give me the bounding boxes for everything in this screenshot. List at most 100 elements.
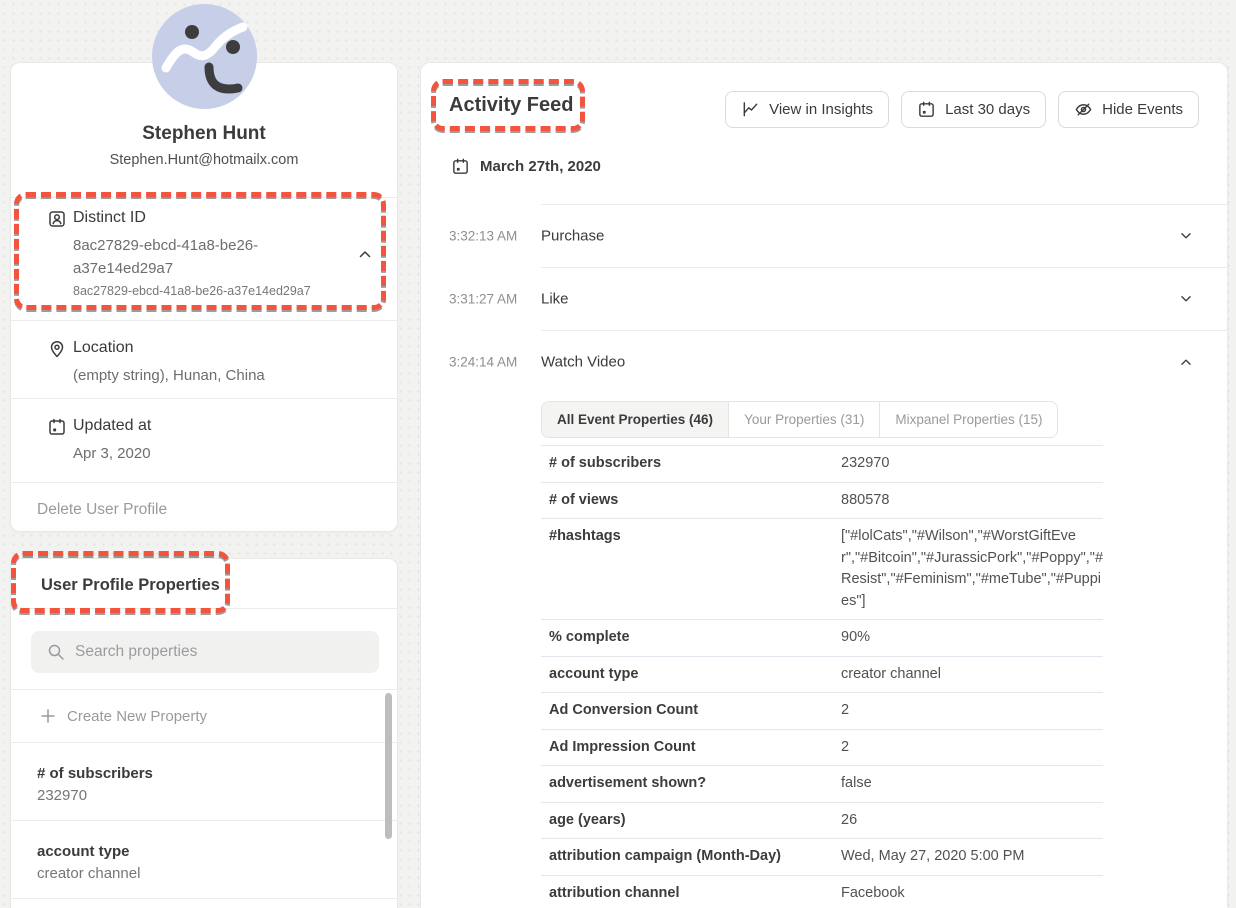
- table-row: # of views 880578: [541, 482, 1103, 519]
- delete-user-profile-link[interactable]: Delete User Profile: [37, 501, 167, 519]
- event-name: Purchase: [541, 228, 604, 245]
- event-name: Like: [541, 291, 569, 308]
- distinct-id-value: 8ac27829-ebcd-41a8-be26-a37e14ed29a7: [73, 234, 288, 280]
- chevron-up-icon[interactable]: [1177, 353, 1195, 371]
- property-value: 232970: [37, 787, 87, 804]
- property-value: 26: [841, 810, 1103, 832]
- property-name: # of subscribers: [37, 765, 153, 782]
- property-list-item[interactable]: # of subscribers 232970: [11, 743, 397, 821]
- view-in-insights-button[interactable]: View in Insights: [725, 91, 889, 128]
- button-label: Hide Events: [1102, 101, 1183, 118]
- table-row: attribution channel Facebook: [541, 875, 1103, 908]
- properties-scrollbar-thumb[interactable]: [385, 693, 392, 839]
- event-properties-tabs: All Event Properties (46) Your Propertie…: [541, 401, 1058, 438]
- property-value: Wed, May 27, 2020 5:00 PM: [841, 846, 1103, 868]
- date-range-button[interactable]: Last 30 days: [901, 91, 1046, 128]
- property-key: #hashtags: [549, 526, 841, 612]
- table-row: attribution campaign (Month-Day) Wed, Ma…: [541, 838, 1103, 875]
- create-new-property-button[interactable]: Create New Property: [11, 690, 397, 743]
- properties-panel-title: User Profile Properties: [41, 576, 220, 595]
- property-key: Ad Conversion Count: [549, 700, 841, 722]
- events-list: 3:32:13 AM Purchase 3:31:27 AM Like 3:24…: [421, 204, 1227, 908]
- property-value: creator channel: [37, 865, 140, 882]
- date-group-header: March 27th, 2020: [451, 157, 601, 176]
- table-row: #hashtags ["#lolCats","#Wilson","#WorstG…: [541, 518, 1103, 619]
- property-list-item[interactable]: account type creator channel: [11, 821, 397, 899]
- property-value: 880578: [841, 490, 1103, 512]
- property-key: age (years): [549, 810, 841, 832]
- hide-events-button[interactable]: Hide Events: [1058, 91, 1199, 128]
- user-email: Stephen.Hunt@hotmailx.com: [11, 152, 397, 168]
- tab-your-properties[interactable]: Your Properties (31): [729, 402, 880, 437]
- property-value: 2: [841, 737, 1103, 759]
- property-value: ["#lolCats","#Wilson","#WorstGiftEver","…: [841, 526, 1103, 612]
- property-key: # of subscribers: [549, 453, 841, 475]
- delete-profile-row: Delete User Profile: [11, 483, 397, 533]
- user-profile-properties-card: User Profile Properties Create New Prope…: [10, 558, 398, 908]
- calendar-icon: [451, 157, 470, 176]
- distinct-id-row: Distinct ID 8ac27829-ebcd-41a8-be26-a37e…: [11, 198, 397, 321]
- location-row: Location (empty string), Hunan, China: [11, 321, 397, 399]
- property-key: attribution campaign (Month-Day): [549, 846, 841, 868]
- property-value: 232970: [841, 453, 1103, 475]
- event-properties-table: # of subscribers 232970 # of views 88057…: [541, 445, 1103, 908]
- updated-at-label: Updated at: [73, 417, 151, 435]
- line-chart-icon: [741, 100, 760, 119]
- button-label: Last 30 days: [945, 101, 1030, 118]
- chevron-down-icon[interactable]: [1177, 290, 1195, 308]
- user-profile-page: Stephen Hunt Stephen.Hunt@hotmailx.com D…: [0, 0, 1236, 908]
- event-time: 3:24:14 AM: [449, 355, 517, 370]
- table-row: # of subscribers 232970: [541, 445, 1103, 482]
- distinct-id-subvalue: 8ac27829-ebcd-41a8-be26-a37e14ed29a7: [73, 284, 311, 298]
- contact-card-icon: [47, 209, 67, 229]
- divider: [11, 608, 397, 609]
- avatar: [152, 4, 257, 109]
- property-key: advertisement shown?: [549, 773, 841, 795]
- event-row-purchase[interactable]: 3:32:13 AM Purchase: [421, 205, 1227, 267]
- property-value: Facebook: [841, 883, 1103, 905]
- distinct-id-label: Distinct ID: [73, 209, 146, 227]
- search-icon: [46, 642, 66, 662]
- eye-off-icon: [1074, 100, 1093, 119]
- activity-feed-card: Activity Feed View in Insights Last 30 d…: [420, 62, 1228, 908]
- property-value: 2: [841, 700, 1103, 722]
- tab-all-event-properties[interactable]: All Event Properties (46): [542, 402, 729, 437]
- activity-feed-title: Activity Feed: [449, 94, 573, 117]
- search-properties-input[interactable]: [75, 631, 365, 673]
- updated-at-value: Apr 3, 2020: [73, 442, 363, 465]
- create-new-property-label: Create New Property: [67, 708, 207, 725]
- property-name: account type: [37, 843, 130, 860]
- updated-at-row: Updated at Apr 3, 2020: [11, 399, 397, 483]
- chevron-down-icon[interactable]: [1177, 227, 1195, 245]
- table-row: account type creator channel: [541, 656, 1103, 693]
- event-name: Watch Video: [541, 354, 625, 371]
- table-row: % complete 90%: [541, 619, 1103, 656]
- location-pin-icon: [47, 339, 67, 359]
- mixpanel-smiley-avatar-icon: [152, 4, 257, 109]
- property-key: account type: [549, 664, 841, 686]
- chevron-up-icon[interactable]: [355, 244, 375, 264]
- property-value: false: [841, 773, 1103, 795]
- date-group-label: March 27th, 2020: [480, 158, 601, 175]
- property-value: creator channel: [841, 664, 1103, 686]
- property-key: # of views: [549, 490, 841, 512]
- event-row-watch-video[interactable]: 3:24:14 AM Watch Video: [421, 331, 1227, 393]
- table-row: age (years) 26: [541, 802, 1103, 839]
- location-label: Location: [73, 339, 134, 357]
- search-properties-box[interactable]: [31, 631, 379, 673]
- location-value: (empty string), Hunan, China: [73, 364, 363, 387]
- profile-card: Stephen Hunt Stephen.Hunt@hotmailx.com D…: [10, 62, 398, 532]
- event-row-like[interactable]: 3:31:27 AM Like: [421, 268, 1227, 330]
- tab-mixpanel-properties[interactable]: Mixpanel Properties (15): [880, 402, 1057, 437]
- event-time: 3:32:13 AM: [449, 229, 517, 244]
- activity-feed-toolbar: View in Insights Last 30 days Hide Event…: [725, 91, 1199, 128]
- table-row: Ad Conversion Count 2: [541, 692, 1103, 729]
- property-key: attribution channel: [549, 883, 841, 905]
- property-key: % complete: [549, 627, 841, 649]
- property-key: Ad Impression Count: [549, 737, 841, 759]
- calendar-icon: [47, 417, 67, 437]
- button-label: View in Insights: [769, 101, 873, 118]
- property-value: 90%: [841, 627, 1103, 649]
- calendar-icon: [917, 100, 936, 119]
- user-name: Stephen Hunt: [11, 123, 397, 145]
